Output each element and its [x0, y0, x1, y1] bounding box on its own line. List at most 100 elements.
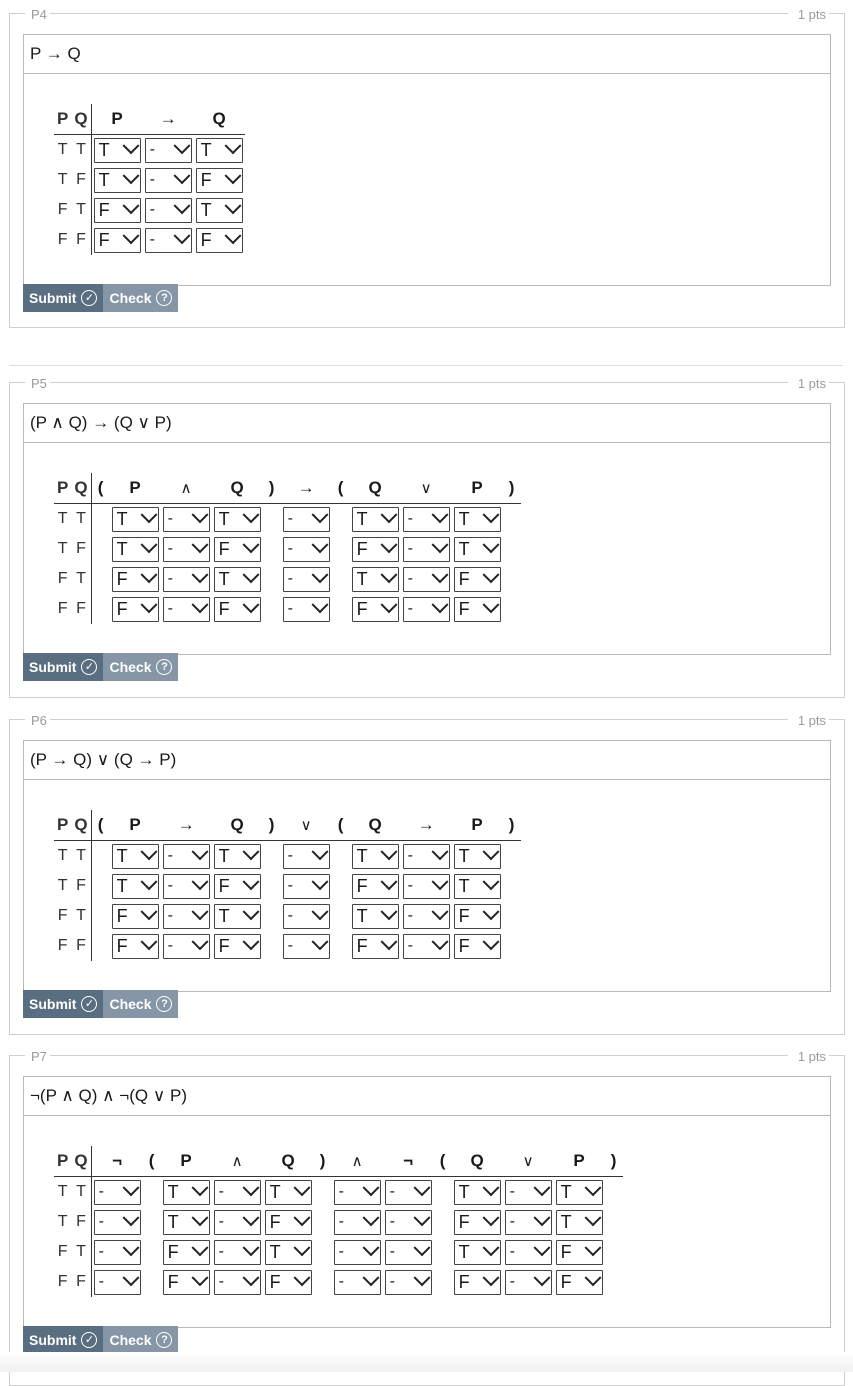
- truth-value-select[interactable]: T: [213, 506, 261, 532]
- truth-value-select[interactable]: -: [213, 1239, 261, 1265]
- truth-value-select[interactable]: -: [282, 536, 330, 562]
- truth-value-select[interactable]: T: [351, 506, 399, 532]
- truth-value-select[interactable]: T: [111, 843, 159, 869]
- truth-value-select[interactable]: T: [111, 873, 159, 899]
- truth-value-select[interactable]: T: [93, 167, 141, 193]
- truth-value-select[interactable]: T: [195, 197, 243, 223]
- check-button[interactable]: Check?: [103, 653, 179, 681]
- truth-value-select[interactable]: -: [504, 1239, 552, 1265]
- truth-value-select[interactable]: T: [93, 137, 141, 163]
- truth-value-select[interactable]: F: [162, 1239, 210, 1265]
- truth-value-select[interactable]: T: [111, 506, 159, 532]
- truth-value-select[interactable]: F: [555, 1269, 603, 1295]
- truth-value-select[interactable]: F: [453, 933, 501, 959]
- truth-value-select[interactable]: -: [162, 873, 210, 899]
- truth-value-select[interactable]: T: [555, 1209, 603, 1235]
- truth-value-select[interactable]: -: [162, 536, 210, 562]
- submit-button[interactable]: Submit ✓: [23, 284, 104, 312]
- truth-value-select[interactable]: -: [144, 197, 192, 223]
- truth-value-select[interactable]: -: [162, 506, 210, 532]
- truth-value-select[interactable]: F: [453, 596, 501, 622]
- truth-value-select[interactable]: -: [162, 933, 210, 959]
- check-button[interactable]: Check?: [103, 1326, 179, 1354]
- truth-value-select[interactable]: -: [144, 137, 192, 163]
- truth-value-select[interactable]: F: [111, 566, 159, 592]
- truth-value-select[interactable]: -: [333, 1179, 381, 1205]
- truth-value-select[interactable]: -: [402, 933, 450, 959]
- truth-value-select[interactable]: T: [453, 506, 501, 532]
- truth-value-select[interactable]: F: [213, 933, 261, 959]
- truth-value-select[interactable]: F: [351, 536, 399, 562]
- truth-value-select[interactable]: -: [282, 873, 330, 899]
- truth-value-select[interactable]: -: [384, 1239, 432, 1265]
- truth-value-select[interactable]: -: [282, 933, 330, 959]
- truth-value-select[interactable]: T: [351, 903, 399, 929]
- truth-value-select[interactable]: -: [144, 227, 192, 253]
- check-button[interactable]: Check?: [103, 284, 179, 312]
- truth-value-select[interactable]: T: [264, 1179, 312, 1205]
- truth-value-select[interactable]: -: [402, 536, 450, 562]
- truth-value-select[interactable]: T: [111, 536, 159, 562]
- truth-value-select[interactable]: F: [162, 1269, 210, 1295]
- truth-value-select[interactable]: F: [111, 596, 159, 622]
- truth-value-select[interactable]: -: [402, 873, 450, 899]
- truth-value-select[interactable]: -: [213, 1209, 261, 1235]
- truth-value-select[interactable]: T: [351, 843, 399, 869]
- truth-value-select[interactable]: F: [111, 903, 159, 929]
- truth-value-select[interactable]: -: [402, 843, 450, 869]
- truth-value-select[interactable]: F: [351, 596, 399, 622]
- truth-value-select[interactable]: -: [282, 506, 330, 532]
- truth-value-select[interactable]: T: [453, 536, 501, 562]
- truth-value-select[interactable]: F: [213, 596, 261, 622]
- truth-value-select[interactable]: F: [453, 1209, 501, 1235]
- truth-value-select[interactable]: T: [213, 566, 261, 592]
- truth-value-select[interactable]: F: [93, 227, 141, 253]
- truth-value-select[interactable]: T: [453, 843, 501, 869]
- truth-value-select[interactable]: F: [351, 873, 399, 899]
- truth-value-select[interactable]: T: [453, 1239, 501, 1265]
- truth-value-select[interactable]: -: [402, 596, 450, 622]
- truth-value-select[interactable]: -: [213, 1179, 261, 1205]
- truth-value-select[interactable]: -: [384, 1269, 432, 1295]
- truth-value-select[interactable]: F: [111, 933, 159, 959]
- truth-value-select[interactable]: F: [453, 1269, 501, 1295]
- truth-value-select[interactable]: -: [402, 566, 450, 592]
- truth-value-select[interactable]: -: [402, 506, 450, 532]
- truth-value-select[interactable]: T: [555, 1179, 603, 1205]
- truth-value-select[interactable]: T: [264, 1239, 312, 1265]
- truth-value-select[interactable]: -: [93, 1179, 141, 1205]
- truth-value-select[interactable]: T: [213, 843, 261, 869]
- truth-value-select[interactable]: T: [213, 903, 261, 929]
- truth-value-select[interactable]: -: [282, 566, 330, 592]
- truth-value-select[interactable]: -: [504, 1209, 552, 1235]
- truth-value-select[interactable]: F: [264, 1209, 312, 1235]
- truth-value-select[interactable]: T: [351, 566, 399, 592]
- truth-value-select[interactable]: -: [93, 1269, 141, 1295]
- truth-value-select[interactable]: -: [333, 1209, 381, 1235]
- truth-value-select[interactable]: -: [333, 1269, 381, 1295]
- truth-value-select[interactable]: -: [333, 1239, 381, 1265]
- truth-value-select[interactable]: -: [504, 1269, 552, 1295]
- truth-value-select[interactable]: F: [264, 1269, 312, 1295]
- submit-button[interactable]: Submit ✓: [23, 653, 104, 681]
- truth-value-select[interactable]: -: [282, 843, 330, 869]
- truth-value-select[interactable]: -: [162, 843, 210, 869]
- truth-value-select[interactable]: -: [384, 1209, 432, 1235]
- truth-value-select[interactable]: -: [162, 566, 210, 592]
- truth-value-select[interactable]: -: [93, 1209, 141, 1235]
- truth-value-select[interactable]: T: [162, 1179, 210, 1205]
- truth-value-select[interactable]: -: [282, 596, 330, 622]
- truth-value-select[interactable]: F: [351, 933, 399, 959]
- truth-value-select[interactable]: -: [213, 1269, 261, 1295]
- truth-value-select[interactable]: -: [504, 1179, 552, 1205]
- truth-value-select[interactable]: T: [162, 1209, 210, 1235]
- truth-value-select[interactable]: -: [93, 1239, 141, 1265]
- truth-value-select[interactable]: -: [144, 167, 192, 193]
- submit-button[interactable]: Submit ✓: [23, 990, 104, 1018]
- truth-value-select[interactable]: -: [162, 903, 210, 929]
- truth-value-select[interactable]: F: [195, 167, 243, 193]
- check-button[interactable]: Check?: [103, 990, 179, 1018]
- truth-value-select[interactable]: F: [555, 1239, 603, 1265]
- truth-value-select[interactable]: -: [162, 596, 210, 622]
- truth-value-select[interactable]: F: [195, 227, 243, 253]
